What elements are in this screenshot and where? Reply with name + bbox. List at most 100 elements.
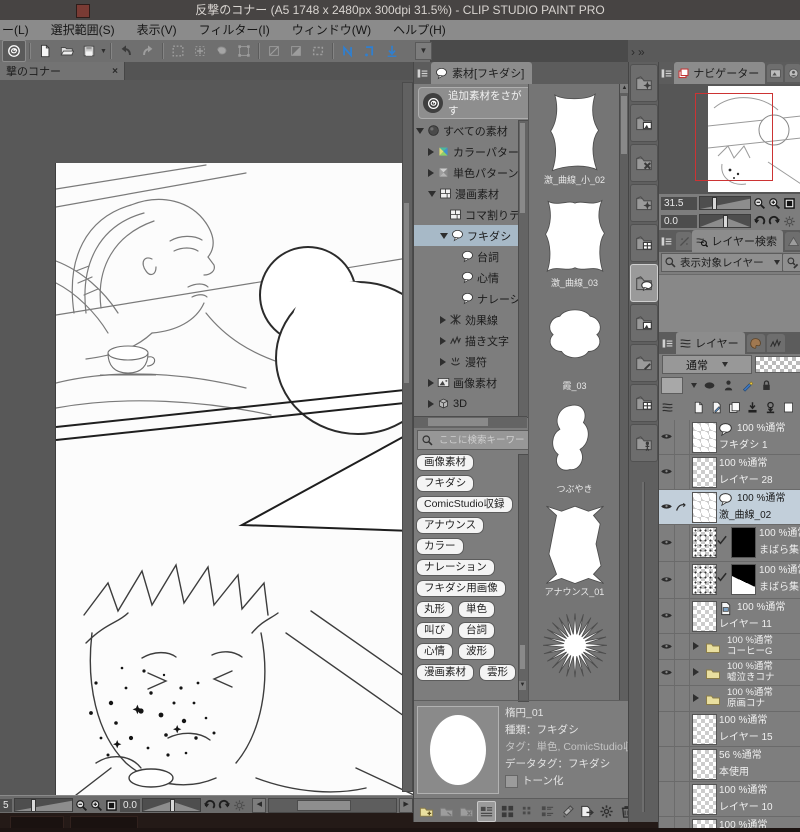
layer-row-11[interactable]: 100 %通常 レイヤー 10 [659, 782, 800, 817]
layer-thumbnail[interactable] [692, 714, 717, 745]
visibility-eye-icon[interactable] [660, 640, 673, 653]
tag-chip-6[interactable]: フキダシ用画像 [416, 580, 506, 597]
visibility-eye-icon[interactable] [660, 536, 673, 549]
tab-animation-icon[interactable] [766, 334, 785, 352]
tag-chip-9[interactable]: 叫び [416, 622, 453, 639]
snap-grid-button[interactable] [381, 41, 403, 61]
navigator-zoom-value[interactable]: 31.5 [661, 196, 697, 210]
reset-view-icon[interactable] [233, 799, 246, 812]
tree-item-6[interactable]: 台詞 [414, 246, 518, 267]
material-tab[interactable]: 素材[フキダシ] [431, 62, 533, 84]
tree-expand-icon[interactable] [440, 357, 446, 366]
visibility-eye-icon[interactable] [660, 500, 673, 513]
open-file-button[interactable] [56, 41, 78, 61]
tree-item-0[interactable]: すべての素材 [414, 120, 518, 141]
tree-expand-icon[interactable] [440, 336, 446, 345]
tree-item-10[interactable]: 描き文字 [414, 330, 518, 351]
tag-chip-0[interactable]: 画像素材 [416, 454, 474, 471]
scrollbar-thumb[interactable] [520, 645, 525, 669]
delete-layer-icon[interactable] [782, 401, 795, 414]
layer-row-5[interactable]: 100 %通常 レイヤー 11 [659, 599, 800, 634]
layer-thumbnail[interactable] [692, 492, 717, 523]
tab-tone-icon[interactable] [676, 232, 693, 250]
export-material-button[interactable] [579, 802, 596, 821]
pen-color-icon[interactable] [741, 379, 754, 392]
canvas-zoom-value[interactable]: 5 [0, 798, 12, 812]
new-document-button[interactable] [34, 41, 56, 61]
scrollbar-thumb[interactable] [404, 203, 409, 383]
view-small-grid-button[interactable] [519, 802, 536, 821]
tab-layer[interactable]: レイヤー [676, 332, 745, 354]
navigator-rotation-slider[interactable] [699, 214, 751, 228]
folder-cross-button[interactable] [630, 144, 658, 182]
tone-checkbox[interactable] [505, 775, 518, 788]
zoom-out-icon[interactable] [753, 197, 766, 210]
tree-item-3[interactable]: 漫画素材 [414, 183, 518, 204]
canvas-vertical-scrollbar[interactable] [402, 82, 413, 792]
visibility-eye-icon[interactable] [660, 465, 673, 478]
visibility-eye-icon[interactable] [660, 573, 673, 586]
tab-item-bank-icon[interactable] [785, 64, 800, 82]
transfer-down-icon[interactable] [764, 401, 777, 414]
tag-chip-3[interactable]: アナウンス [416, 517, 485, 534]
material-search-box[interactable] [417, 430, 533, 450]
layer-thumbnail[interactable] [692, 601, 717, 632]
transform-selection-button[interactable] [233, 41, 255, 61]
visibility-eye-icon[interactable] [660, 609, 673, 622]
material-item-5[interactable] [529, 599, 620, 700]
snap-special-ruler-button[interactable] [359, 41, 381, 61]
folder-expand-icon[interactable] [693, 693, 699, 702]
canvas-rotation-value[interactable]: 0.0 [120, 798, 140, 812]
tree-item-1[interactable]: カラーパターン [414, 141, 518, 162]
tree-item-5[interactable]: フキダシ [414, 225, 518, 246]
layer-thumbnail[interactable] [692, 749, 717, 780]
tag-chip-10[interactable]: 台詞 [458, 622, 495, 639]
layer-row-4[interactable]: 100 %通常まばら集中 [659, 562, 800, 599]
tab-subview-icon[interactable] [767, 64, 784, 82]
combine-mode-box[interactable] [661, 376, 683, 394]
layer-row-9[interactable]: 100 %通常 レイヤー 15 [659, 712, 800, 747]
undo-button[interactable] [115, 41, 137, 61]
tree-expand-icon[interactable] [428, 147, 434, 156]
tag-chip-5[interactable]: ナレーション [416, 559, 495, 576]
folder-sparkle-button[interactable] [630, 64, 658, 102]
folder-expand-icon[interactable] [693, 641, 699, 650]
view-list-button[interactable] [477, 800, 497, 822]
scrollbar-thumb[interactable] [297, 799, 352, 811]
scrollbar-thumb[interactable] [621, 96, 627, 154]
tree-collapse-icon[interactable] [416, 127, 424, 134]
navigator-zoom-slider[interactable] [699, 196, 751, 210]
tree-item-12[interactable]: 画像素材 [414, 372, 518, 393]
material-settings-button[interactable] [598, 802, 615, 821]
deselect-button[interactable] [167, 41, 189, 61]
tab-navigator[interactable]: ナビゲーター [674, 62, 766, 84]
gradient-button[interactable] [285, 41, 307, 61]
dock-collapse-arrows[interactable]: › » [628, 42, 661, 62]
panel-menu-icon[interactable] [415, 65, 430, 81]
folder-picture-button[interactable] [630, 304, 658, 342]
layer-row-1[interactable]: 100 %通常 レイヤー 28 [659, 455, 800, 490]
layer-row-3[interactable]: 100 %通常まばら集中 [659, 525, 800, 562]
layer-search-scope-dropdown[interactable]: 表示対象レイヤー [661, 253, 783, 272]
tab-triangle-icon[interactable] [785, 232, 800, 250]
layer-mask-thumbnail[interactable] [731, 564, 756, 595]
tree-expand-icon[interactable] [440, 315, 446, 324]
layer-row-6[interactable]: 100 %通常 コーヒーG [659, 634, 800, 660]
delete-folder-button[interactable] [458, 802, 475, 821]
tag-chip-11[interactable]: 心情 [416, 643, 453, 660]
zoom-out-icon[interactable] [75, 799, 88, 812]
canvas-zoom-slider[interactable] [13, 798, 74, 812]
marquee-button[interactable] [307, 41, 329, 61]
folder-pen-button[interactable] [630, 344, 658, 382]
blend-mode-dropdown[interactable]: 通常 [662, 355, 752, 374]
new-vector-layer-icon[interactable] [710, 401, 723, 414]
tab-layer-search[interactable]: レイヤー検索 [692, 230, 783, 252]
layer-thumbnail[interactable] [692, 527, 717, 558]
folder-grid-button[interactable] [630, 224, 658, 262]
visibility-eye-icon[interactable] [660, 430, 673, 443]
save-button[interactable] [78, 41, 100, 61]
tag-chip-7[interactable]: 丸形 [416, 601, 453, 618]
tree-expand-icon[interactable] [428, 378, 434, 387]
tag-chip-12[interactable]: 波形 [458, 643, 495, 660]
draft-layer-icon[interactable] [722, 379, 735, 392]
